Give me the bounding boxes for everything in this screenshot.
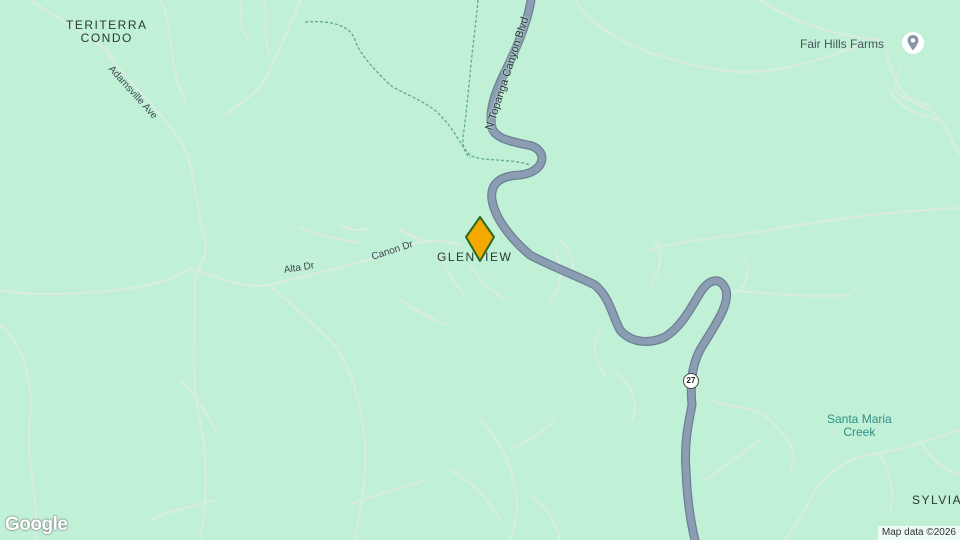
water-label-line2: Creek bbox=[843, 425, 876, 439]
water-label-santa-maria-creek[interactable]: Santa Maria Creek bbox=[827, 413, 892, 439]
place-label-teriterra-condo[interactable]: TERITERRA CONDO bbox=[66, 19, 148, 45]
map-base-layer bbox=[0, 0, 960, 540]
poi-label-fair-hills-farms[interactable]: Fair Hills Farms bbox=[800, 37, 884, 51]
location-marker-icon[interactable] bbox=[462, 214, 498, 266]
place-pin-icon[interactable] bbox=[901, 31, 925, 55]
google-logo: Google bbox=[5, 514, 68, 535]
route-27-shield: 27 bbox=[683, 373, 699, 389]
place-label-teriterra-line2: CONDO bbox=[80, 31, 133, 45]
minor-roads bbox=[0, 0, 960, 540]
map-view[interactable]: TERITERRA CONDO GLENVIEW SYLVIA Fair Hil… bbox=[0, 0, 960, 540]
highway-route-27[interactable] bbox=[487, 0, 730, 540]
hiking-trail-north bbox=[462, 0, 479, 159]
highway-casing bbox=[486, 0, 732, 540]
place-label-sylvia[interactable]: SYLVIA bbox=[912, 494, 960, 507]
map-attribution[interactable]: Map data ©2026 bbox=[877, 526, 960, 540]
